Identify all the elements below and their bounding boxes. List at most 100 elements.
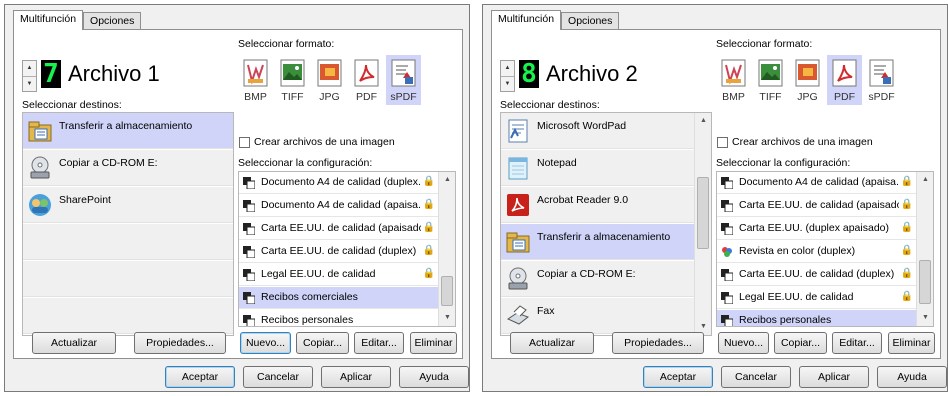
- lock-icon: 🔒: [900, 245, 913, 256]
- apply-button[interactable]: Aplicar: [799, 366, 869, 388]
- spin-down-icon[interactable]: ▼: [23, 76, 36, 91]
- properties-button[interactable]: Propiedades...: [612, 332, 704, 354]
- process-name: Archivo 2: [546, 61, 638, 86]
- cancel-button[interactable]: Cancelar: [721, 366, 791, 388]
- new-button[interactable]: Nuevo...: [240, 332, 291, 354]
- scroll-up-icon[interactable]: ▲: [695, 113, 711, 129]
- spin-up-icon[interactable]: ▲: [23, 61, 36, 76]
- list-item[interactable]: Recibos personales: [239, 310, 439, 326]
- spdf-icon: [391, 59, 416, 87]
- tab-multifuncion[interactable]: Multifunción: [491, 10, 562, 30]
- new-button[interactable]: Nuevo...: [718, 332, 769, 354]
- spdf-icon: [869, 59, 894, 87]
- format-tiff[interactable]: TIFF: [753, 55, 788, 105]
- format-pdf[interactable]: PDF: [827, 55, 862, 105]
- configuration-list[interactable]: Documento A4 de calidad (apaisa... 🔒 Car…: [716, 171, 934, 327]
- number-spinner[interactable]: ▲ ▼: [22, 60, 37, 92]
- list-item[interactable]: Fax: [501, 298, 711, 334]
- single-image-checkbox[interactable]: [717, 137, 728, 148]
- destination-label: Acrobat Reader 9.0: [537, 194, 629, 206]
- list-item[interactable]: Carta EE.UU. de calidad (duplex) 🔒: [717, 264, 917, 286]
- destination-list[interactable]: Microsoft WordPad Notepad Acrobat Reader…: [500, 112, 712, 336]
- edit-button[interactable]: Editar...: [354, 332, 404, 354]
- list-item[interactable]: Documento A4 de calidad (apaisa... 🔒: [717, 172, 917, 194]
- list-item[interactable]: [23, 224, 233, 260]
- delete-button[interactable]: Eliminar: [888, 332, 935, 354]
- destination-scrollbar[interactable]: ▲ ▼: [694, 113, 711, 335]
- ok-button[interactable]: Aceptar: [165, 366, 235, 388]
- format-spdf[interactable]: sPDF: [386, 55, 421, 105]
- list-item[interactable]: Legal EE.UU. de calidad 🔒: [717, 287, 917, 309]
- config-label: Revista en color (duplex): [739, 245, 856, 257]
- list-item[interactable]: Revista en color (duplex) 🔒: [717, 241, 917, 263]
- list-item[interactable]: Transferir a almacenamiento: [23, 113, 233, 149]
- format-label: sPDF: [390, 91, 417, 103]
- list-item[interactable]: Microsoft WordPad: [501, 113, 711, 149]
- lock-icon: 🔒: [422, 222, 435, 233]
- scroll-thumb[interactable]: [697, 177, 709, 249]
- tab-multifuncion[interactable]: Multifunción: [13, 10, 84, 30]
- single-image-checkbox[interactable]: [239, 137, 250, 148]
- list-item[interactable]: Carta EE.UU. de calidad (apaisado) 🔒: [239, 218, 439, 240]
- scroll-thumb[interactable]: [441, 276, 453, 306]
- number-spinner[interactable]: ▲ ▼: [500, 60, 515, 92]
- update-button[interactable]: Actualizar: [510, 332, 594, 354]
- list-item[interactable]: [23, 298, 233, 334]
- scroll-down-icon[interactable]: ▼: [917, 310, 933, 326]
- lock-icon: 🔒: [900, 291, 913, 302]
- destination-label: Transferir a almacenamiento: [537, 231, 671, 243]
- destination-label: Copiar a CD-ROM E:: [59, 157, 158, 169]
- cancel-button[interactable]: Cancelar: [243, 366, 313, 388]
- list-item[interactable]: Notepad: [501, 150, 711, 186]
- list-item[interactable]: Recibos comerciales: [239, 287, 439, 309]
- list-item[interactable]: Carta EE.UU. de calidad (apaisado) 🔒: [717, 195, 917, 217]
- scroll-up-icon[interactable]: ▲: [917, 172, 933, 188]
- configuration-list[interactable]: Documento A4 de calidad (duplex... 🔒 Doc…: [238, 171, 456, 327]
- scroll-thumb[interactable]: [919, 260, 931, 304]
- list-item[interactable]: Transferir a almacenamiento: [501, 224, 711, 260]
- delete-button[interactable]: Eliminar: [410, 332, 457, 354]
- scroll-down-icon[interactable]: ▼: [439, 310, 455, 326]
- ok-button[interactable]: Aceptar: [643, 366, 713, 388]
- update-button[interactable]: Actualizar: [32, 332, 116, 354]
- list-item[interactable]: [23, 261, 233, 297]
- list-item[interactable]: Acrobat Reader 9.0: [501, 187, 711, 223]
- config-label: Carta EE.UU. de calidad (duplex): [739, 268, 895, 280]
- copy-button[interactable]: Copiar...: [296, 332, 349, 354]
- format-spdf[interactable]: sPDF: [864, 55, 899, 105]
- list-item[interactable]: Recibos personales: [717, 310, 917, 326]
- config-label: Carta EE.UU. de calidad (apaisado): [739, 199, 899, 211]
- spin-up-icon[interactable]: ▲: [501, 61, 514, 76]
- list-item[interactable]: Legal EE.UU. de calidad 🔒: [239, 264, 439, 286]
- config-scrollbar[interactable]: ▲ ▼: [916, 172, 933, 326]
- scroll-up-icon[interactable]: ▲: [439, 172, 455, 188]
- lcd-number: 7: [41, 60, 61, 88]
- format-jpg[interactable]: JPG: [790, 55, 825, 105]
- format-bmp[interactable]: BMP: [716, 55, 751, 105]
- copy-button[interactable]: Copiar...: [774, 332, 827, 354]
- list-item[interactable]: Documento A4 de calidad (apaisa... 🔒: [239, 195, 439, 217]
- tab-opciones[interactable]: Opciones: [83, 12, 142, 30]
- config-scrollbar[interactable]: ▲ ▼: [438, 172, 455, 326]
- list-item[interactable]: Copiar a CD-ROM E:: [23, 150, 233, 186]
- list-item[interactable]: Carta EE.UU. (duplex apaisado) 🔒: [717, 218, 917, 240]
- storage-icon: [506, 232, 530, 253]
- destination-list[interactable]: Transferir a almacenamiento Copiar a CD-…: [22, 112, 234, 336]
- format-pdf[interactable]: PDF: [349, 55, 384, 105]
- help-button[interactable]: Ayuda: [877, 366, 947, 388]
- help-button[interactable]: Ayuda: [399, 366, 469, 388]
- tab-opciones[interactable]: Opciones: [561, 12, 620, 30]
- list-item[interactable]: Carta EE.UU. de calidad (duplex) 🔒: [239, 241, 439, 263]
- wordpad-icon: [508, 119, 528, 143]
- list-item[interactable]: Copiar a CD-ROM E:: [501, 261, 711, 297]
- apply-button[interactable]: Aplicar: [321, 366, 391, 388]
- format-jpg[interactable]: JPG: [312, 55, 347, 105]
- list-item[interactable]: SharePoint: [23, 187, 233, 223]
- spin-down-icon[interactable]: ▼: [501, 76, 514, 91]
- format-tiff[interactable]: TIFF: [275, 55, 310, 105]
- properties-button[interactable]: Propiedades...: [134, 332, 226, 354]
- bmp-icon: [721, 59, 746, 87]
- list-item[interactable]: Documento A4 de calidad (duplex... 🔒: [239, 172, 439, 194]
- edit-button[interactable]: Editar...: [832, 332, 882, 354]
- format-bmp[interactable]: BMP: [238, 55, 273, 105]
